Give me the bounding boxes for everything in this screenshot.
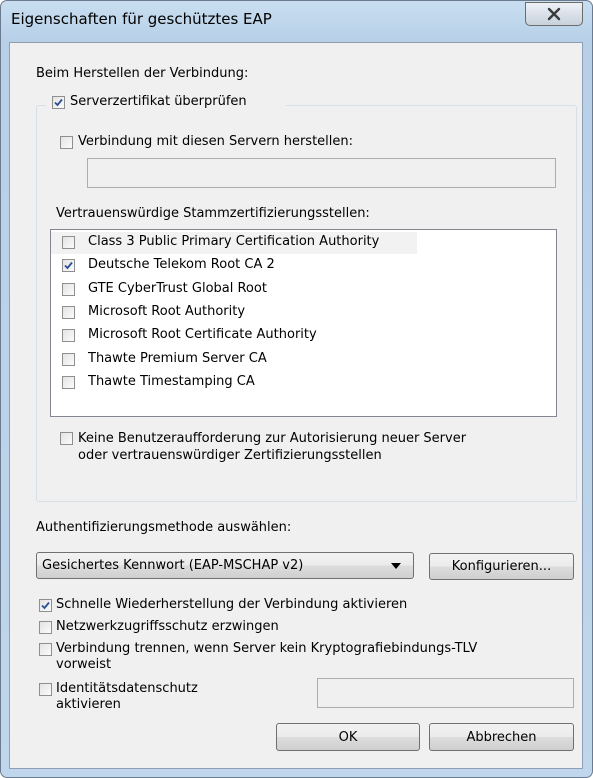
authority-checkbox[interactable] (62, 352, 75, 366)
nap-checkbox[interactable] (39, 621, 52, 634)
verify-cert-label: Serverzertifikat überprüfen (70, 94, 247, 109)
ok-button[interactable]: OK (276, 723, 420, 751)
checkmark-icon (54, 98, 63, 107)
list-item[interactable]: Class 3 Public Primary Certification Aut… (51, 232, 417, 254)
connect-servers-label: Verbindung mit diesen Servern herstellen… (78, 134, 354, 149)
list-item[interactable]: Deutsche Telekom Root CA 2 (51, 255, 431, 277)
no-prompt-checkbox[interactable] (60, 432, 73, 445)
list-item[interactable]: Thawte Timestamping CA (51, 372, 431, 394)
authority-label: Microsoft Root Authority (88, 303, 246, 319)
authority-label: Class 3 Public Primary Certification Aut… (88, 234, 380, 249)
close-button[interactable] (525, 2, 583, 26)
auth-method-value: Gesichertes Kennwort (EAP-MSCHAP v2) (42, 558, 304, 573)
identity-privacy-checkbox[interactable] (39, 683, 52, 696)
checkmark-icon (41, 601, 50, 610)
verify-cert-checkbox[interactable] (52, 96, 65, 109)
authority-label: Thawte Timestamping CA (88, 373, 255, 389)
configure-button[interactable]: Konfigurieren... (429, 553, 574, 580)
authority-checkbox[interactable] (62, 305, 75, 319)
disconnect-label-line1: Verbindung trennen, wenn Server kein Kry… (56, 641, 478, 656)
identity-privacy-label-line2: aktivieren (56, 697, 121, 712)
disconnect-checkbox[interactable] (39, 643, 52, 656)
authority-label: Deutsche Telekom Root CA 2 (88, 257, 275, 273)
authority-label: Thawte Premium Server CA (88, 350, 267, 366)
title-bar: Eigenschaften für geschütztes EAP (1, 1, 592, 41)
fast-reconnect-label: Schnelle Wiederherstellung der Verbindun… (56, 597, 408, 612)
identity-privacy-label-line1: Identitätsdatenschutz (56, 681, 198, 696)
no-prompt-label-line2: oder vertrauenswürdiger Zertifizierungss… (78, 448, 382, 463)
authority-checkbox[interactable] (62, 329, 75, 343)
cancel-button[interactable]: Abbrechen (429, 723, 574, 751)
dialog-window: Eigenschaften für geschütztes EAP Beim H… (0, 0, 593, 778)
window-title: Eigenschaften für geschütztes EAP (11, 10, 272, 28)
trusted-authorities-heading: Vertrauenswürdige Stammzertifizierungsst… (56, 206, 370, 221)
authority-checkbox[interactable] (62, 282, 75, 296)
identity-input[interactable] (317, 678, 574, 708)
trusted-authorities-list[interactable]: Class 3 Public Primary Certification Aut… (50, 229, 557, 417)
auth-method-dropdown[interactable]: Gesichertes Kennwort (EAP-MSCHAP v2) (36, 552, 414, 579)
auth-method-heading: Authentifizierungsmethode auswählen: (36, 520, 292, 535)
dropdown-arrow-icon (391, 563, 401, 569)
servers-input[interactable] (87, 158, 556, 188)
connection-heading: Beim Herstellen der Verbindung: (36, 66, 249, 81)
list-item[interactable]: Microsoft Root Authority (51, 302, 431, 324)
authority-label: GTE CyberTrust Global Root (88, 280, 267, 296)
disconnect-label-line2: vorweist (56, 657, 112, 672)
nap-label: Netzwerkzugriffsschutz erzwingen (56, 619, 279, 634)
fast-reconnect-checkbox[interactable] (39, 599, 52, 612)
authority-checkbox[interactable] (62, 259, 75, 273)
verify-cert-option[interactable]: Serverzertifikat überprüfen (46, 92, 286, 112)
list-item[interactable]: GTE CyberTrust Global Root (51, 279, 431, 301)
close-icon (547, 7, 561, 21)
no-prompt-label-line1: Keine Benutzeraufforderung zur Autorisie… (78, 431, 467, 446)
authority-checkbox[interactable] (62, 236, 75, 249)
list-item[interactable]: Microsoft Root Certificate Authority (51, 325, 431, 347)
list-item[interactable]: Thawte Premium Server CA (51, 349, 431, 371)
authority-checkbox[interactable] (62, 375, 75, 389)
connect-servers-checkbox[interactable] (60, 136, 73, 149)
authority-label: Microsoft Root Certificate Authority (88, 327, 317, 343)
dialog-client-area: Beim Herstellen der Verbindung: Serverze… (9, 42, 583, 769)
checkmark-icon (64, 262, 73, 270)
